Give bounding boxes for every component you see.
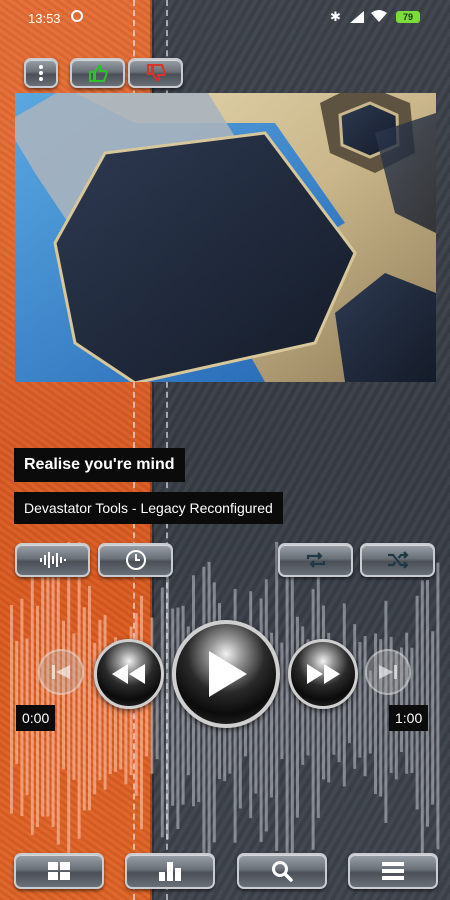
waveform-bar bbox=[103, 615, 107, 790]
waveform-bar bbox=[10, 605, 13, 814]
waveform-bar bbox=[384, 600, 388, 823]
track-artist: Devastator Tools - Legacy Reconfigured bbox=[14, 492, 283, 524]
equalizer-icon bbox=[39, 552, 66, 568]
next-button[interactable] bbox=[365, 649, 411, 695]
status-bar: 13:53 ✱ 79 bbox=[0, 0, 450, 36]
waveform-bar bbox=[405, 632, 409, 774]
elapsed-time: 0:00 bbox=[16, 705, 56, 731]
waveform-bar bbox=[353, 624, 357, 769]
waveform-bar bbox=[285, 553, 289, 856]
waveform-bar bbox=[82, 607, 86, 811]
like-button[interactable] bbox=[70, 58, 125, 88]
waveform-bar bbox=[98, 620, 102, 780]
shuffle-icon bbox=[387, 551, 409, 569]
bar-chart-icon bbox=[159, 862, 181, 881]
album-art bbox=[15, 93, 436, 382]
play-button[interactable] bbox=[172, 620, 280, 728]
fast-forward-icon bbox=[307, 664, 340, 684]
waveform-bar bbox=[363, 636, 367, 777]
grid-view-button[interactable] bbox=[14, 853, 104, 889]
repeat-button[interactable] bbox=[278, 543, 353, 577]
waveform-bar bbox=[77, 542, 81, 839]
menu-icon bbox=[39, 65, 43, 81]
rewind-button[interactable] bbox=[94, 639, 164, 709]
visualizer-button[interactable] bbox=[125, 853, 215, 889]
waveform-bar bbox=[358, 641, 362, 758]
waveform-bar bbox=[431, 631, 435, 805]
total-time: 1:00 bbox=[389, 705, 429, 731]
waveform-bar bbox=[426, 580, 429, 827]
rewind-icon bbox=[112, 664, 145, 684]
waveform-bar bbox=[436, 562, 440, 850]
thumbs-down-icon bbox=[146, 64, 166, 82]
waveform-bar bbox=[415, 595, 419, 810]
waveform-bar bbox=[88, 586, 91, 811]
waveform-bar bbox=[275, 542, 279, 851]
status-time: 13:53 bbox=[28, 11, 61, 26]
sleep-timer-button[interactable] bbox=[98, 543, 173, 577]
next-icon bbox=[379, 665, 397, 679]
waveform-bar bbox=[15, 641, 19, 765]
waveform-bar bbox=[67, 542, 71, 856]
alarm-icon bbox=[71, 10, 83, 22]
bluetooth-icon: ✱ bbox=[330, 9, 341, 24]
waveform-bar bbox=[176, 607, 180, 829]
waveform-bar bbox=[166, 555, 169, 840]
waveform-bar bbox=[46, 573, 50, 817]
waveform-bar bbox=[56, 566, 60, 845]
waveform-bar bbox=[311, 589, 315, 850]
grid-icon bbox=[48, 862, 70, 880]
equalizer-button[interactable] bbox=[15, 543, 90, 577]
timer-icon bbox=[125, 550, 146, 570]
battery-icon: 79 bbox=[396, 11, 420, 23]
waveform-bar bbox=[140, 595, 143, 830]
track-title: Realise you're mind bbox=[14, 448, 185, 482]
fast-forward-button[interactable] bbox=[288, 639, 358, 709]
waveform-bar bbox=[30, 569, 34, 835]
waveform-bar bbox=[280, 642, 284, 760]
menu-button[interactable] bbox=[24, 58, 58, 88]
list-button[interactable] bbox=[348, 853, 438, 889]
repeat-icon bbox=[306, 552, 325, 568]
waveform-bar bbox=[160, 587, 164, 838]
play-icon bbox=[209, 651, 247, 697]
previous-button[interactable] bbox=[38, 649, 84, 695]
waveform-bar bbox=[171, 608, 175, 806]
previous-icon bbox=[52, 665, 70, 679]
wifi-icon bbox=[371, 10, 387, 22]
waveform-bar bbox=[290, 560, 294, 856]
thumbs-up-icon bbox=[88, 64, 108, 82]
signal-icon bbox=[350, 11, 364, 23]
list-icon bbox=[382, 862, 404, 880]
shuffle-button[interactable] bbox=[360, 543, 435, 577]
dislike-button[interactable] bbox=[128, 58, 183, 88]
search-icon bbox=[272, 861, 293, 882]
search-button[interactable] bbox=[237, 853, 327, 889]
waveform-bar bbox=[296, 616, 299, 818]
